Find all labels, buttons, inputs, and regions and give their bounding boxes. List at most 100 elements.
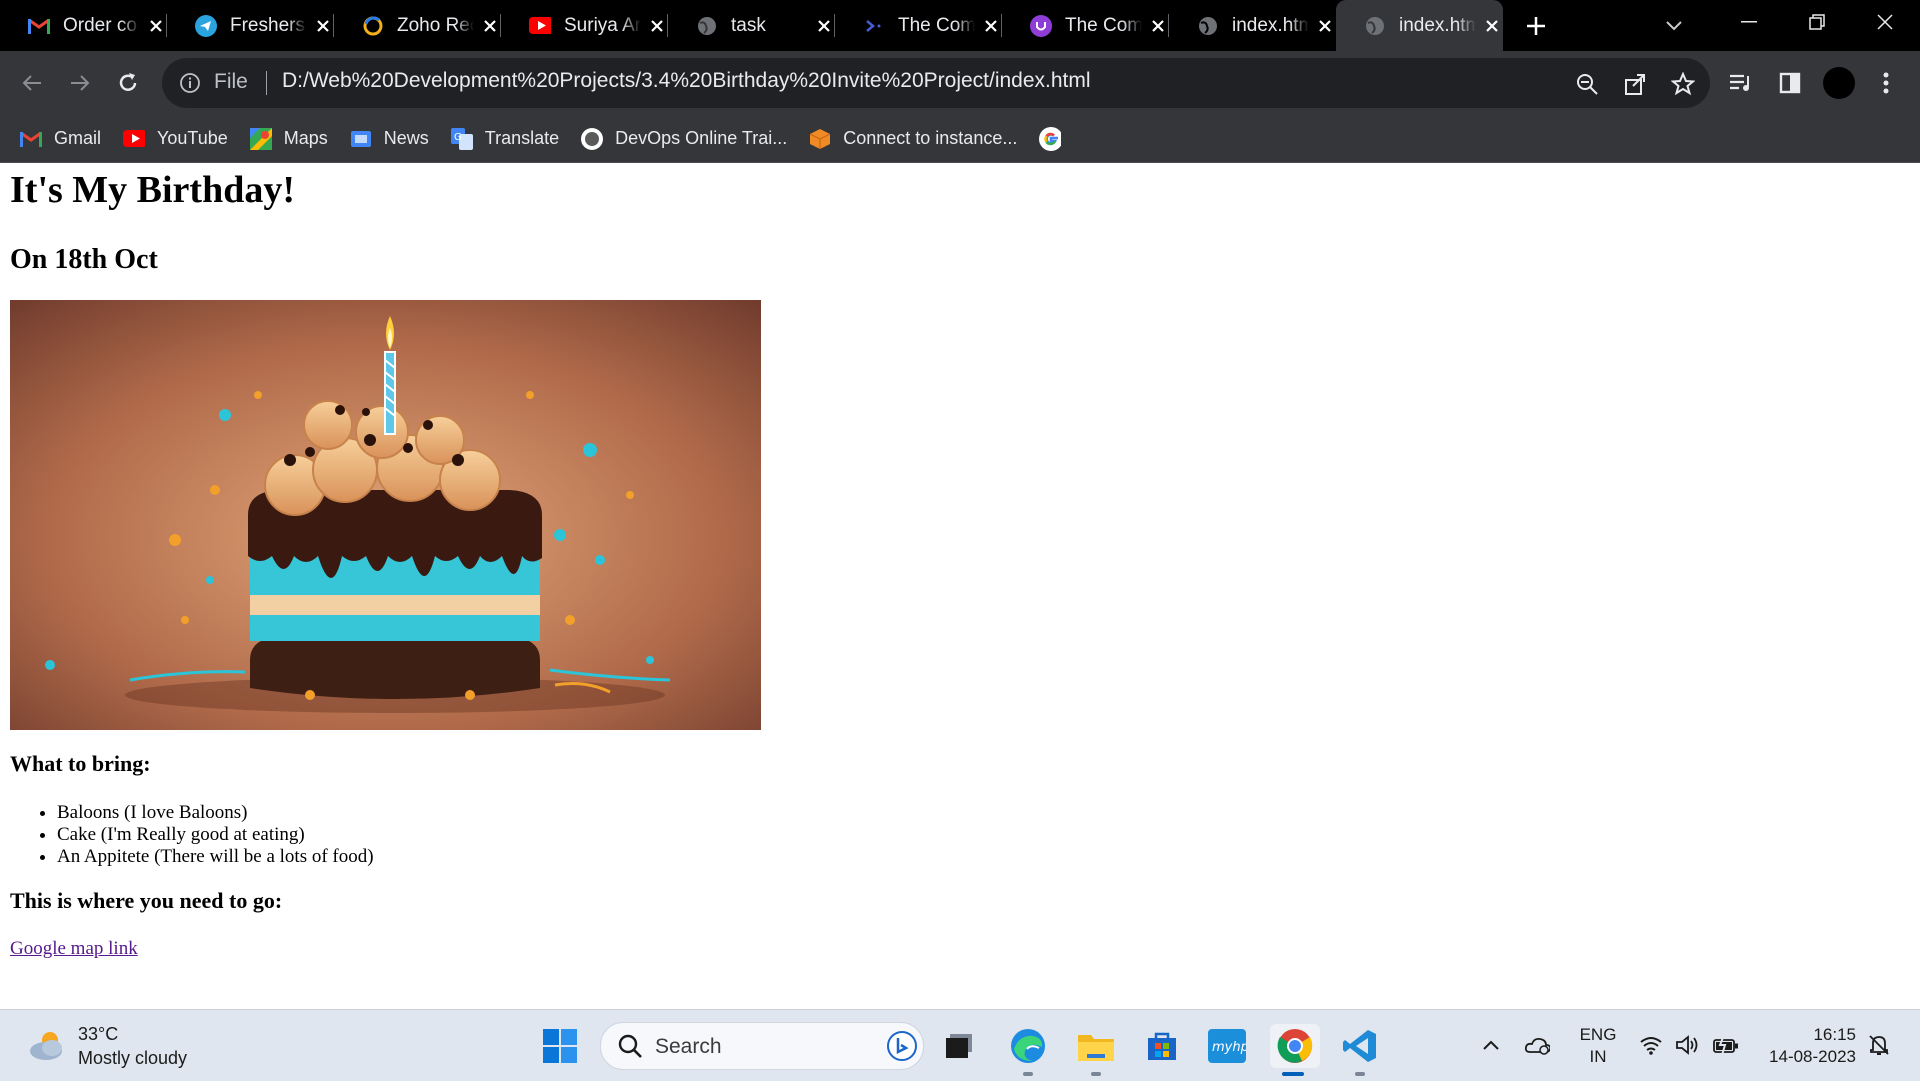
list-item: An Appitete (There will be a lots of foo… bbox=[57, 846, 374, 868]
bookmark-star-icon[interactable] bbox=[1670, 71, 1696, 97]
bookmark-google[interactable] bbox=[1039, 126, 1073, 151]
taskbar-vscode[interactable] bbox=[1338, 1024, 1382, 1076]
close-window-button[interactable] bbox=[1851, 0, 1919, 44]
onedrive-tray[interactable] bbox=[1524, 1032, 1550, 1058]
gmail-icon bbox=[20, 128, 42, 150]
cloudy-weather-icon bbox=[30, 1032, 62, 1060]
translate-icon: G bbox=[450, 127, 473, 150]
cloud-sync-icon bbox=[1524, 1037, 1550, 1055]
share-icon[interactable] bbox=[1622, 71, 1648, 97]
address-bar[interactable]: File D:/Web%20Development%20Projects/3.4… bbox=[162, 58, 1710, 108]
new-tab-button[interactable] bbox=[1513, 0, 1559, 51]
tab-order[interactable]: Order co bbox=[0, 0, 167, 51]
youtube-icon bbox=[529, 15, 551, 37]
taskbar-ms-store[interactable] bbox=[1140, 1024, 1184, 1068]
wifi-tray[interactable] bbox=[1638, 1032, 1664, 1058]
myhp-icon: myhp bbox=[1208, 1029, 1246, 1063]
folder-icon bbox=[1078, 1035, 1114, 1061]
tab-search-button[interactable] bbox=[1660, 12, 1688, 40]
taskbar-chrome[interactable] bbox=[1270, 1024, 1320, 1076]
tab-the-com-2[interactable]: The Com bbox=[1002, 0, 1169, 51]
tab-title: Freshers bbox=[230, 14, 305, 36]
menu-button[interactable] bbox=[1868, 65, 1904, 101]
close-icon[interactable] bbox=[1481, 15, 1503, 37]
weather-widget[interactable]: 33°C Mostly cloudy bbox=[28, 1022, 187, 1070]
media-controls-button[interactable] bbox=[1723, 65, 1759, 101]
bookmark-news[interactable]: News bbox=[350, 128, 429, 150]
bookmark-label: News bbox=[383, 128, 429, 148]
browser-toolbar: File D:/Web%20Development%20Projects/3.4… bbox=[0, 51, 1920, 115]
close-icon[interactable] bbox=[1147, 15, 1169, 37]
temperature: 33°C bbox=[78, 1024, 119, 1044]
arrow-right-icon bbox=[71, 75, 90, 91]
close-icon[interactable] bbox=[1314, 15, 1336, 37]
taskbar-search[interactable]: Search bbox=[600, 1022, 924, 1070]
google-map-link[interactable]: Google map link bbox=[10, 938, 138, 960]
tab-zoho[interactable]: Zoho Rec bbox=[334, 0, 501, 51]
battery-charging-icon bbox=[1713, 1035, 1738, 1055]
tab-the-com-1[interactable]: The Com bbox=[835, 0, 1002, 51]
news-icon bbox=[350, 128, 372, 150]
devops-icon bbox=[581, 127, 604, 150]
arrow-left-icon bbox=[22, 75, 41, 91]
chevron-up-icon bbox=[1483, 1040, 1499, 1050]
side-panel-button[interactable] bbox=[1772, 65, 1808, 101]
profile-button[interactable] bbox=[1821, 65, 1857, 101]
show-hidden-icons-button[interactable] bbox=[1478, 1032, 1504, 1058]
globe-icon bbox=[1364, 15, 1386, 37]
close-icon[interactable] bbox=[145, 15, 167, 37]
close-icon[interactable] bbox=[479, 15, 501, 37]
windows-icon bbox=[543, 1029, 577, 1063]
bookmark-gmail[interactable]: Gmail bbox=[20, 128, 101, 150]
bring-list: Baloons (I love Baloons) Cake (I'm Reall… bbox=[10, 802, 374, 868]
clock[interactable]: 16:15 14-08-2023 bbox=[1760, 1024, 1856, 1068]
reload-button[interactable] bbox=[110, 65, 146, 101]
bing-icon[interactable] bbox=[887, 1031, 917, 1061]
tab-title: index.htm bbox=[1232, 14, 1310, 36]
weather-condition: Mostly cloudy bbox=[78, 1048, 188, 1068]
bookmark-label: Connect to instance... bbox=[843, 128, 1018, 148]
cube-icon bbox=[809, 128, 831, 150]
tab-index-active[interactable]: index.htm bbox=[1336, 0, 1503, 51]
taskbar: 33°C Mostly cloudy Search myhp ENG IN 16… bbox=[0, 1009, 1920, 1081]
bookmark-label: Gmail bbox=[54, 128, 102, 148]
where-heading: This is where you need to go: bbox=[10, 888, 283, 913]
bookmark-translate[interactable]: G Translate bbox=[450, 127, 559, 150]
close-icon[interactable] bbox=[646, 15, 668, 37]
tab-index-1[interactable]: index.htm bbox=[1169, 0, 1336, 51]
chevron-down-icon bbox=[1666, 21, 1682, 31]
bookmark-maps[interactable]: Maps bbox=[249, 127, 328, 150]
bookmark-youtube[interactable]: YouTube bbox=[123, 128, 228, 150]
close-icon[interactable] bbox=[312, 15, 334, 37]
omnibox-divider bbox=[266, 71, 267, 95]
volume-tray[interactable] bbox=[1674, 1032, 1700, 1058]
restore-button[interactable] bbox=[1783, 0, 1851, 44]
start-button[interactable] bbox=[538, 1024, 582, 1068]
tab-suriya[interactable]: Suriya Ar bbox=[501, 0, 668, 51]
tab-freshers[interactable]: Freshers bbox=[167, 0, 334, 51]
globe-icon bbox=[696, 15, 718, 37]
date-heading: On 18th Oct bbox=[10, 244, 158, 275]
bookmark-devops[interactable]: DevOps Online Trai... bbox=[581, 127, 787, 150]
plus-icon bbox=[1527, 16, 1545, 35]
info-icon[interactable] bbox=[178, 71, 202, 95]
close-icon[interactable] bbox=[813, 15, 835, 37]
language-indicator[interactable]: ENG IN bbox=[1578, 1024, 1618, 1068]
taskbar-myhp[interactable]: myhp bbox=[1205, 1024, 1249, 1068]
battery-tray[interactable] bbox=[1712, 1032, 1738, 1058]
page-title: It's My Birthday! bbox=[10, 169, 295, 211]
vscode-icon bbox=[1343, 1030, 1376, 1062]
taskbar-file-explorer[interactable] bbox=[1074, 1024, 1118, 1076]
tab-task[interactable]: task bbox=[668, 0, 835, 51]
wifi-icon bbox=[1640, 1037, 1662, 1055]
task-view-button[interactable] bbox=[937, 1024, 981, 1068]
url-text[interactable]: D:/Web%20Development%20Projects/3.4%20Bi… bbox=[282, 69, 1091, 93]
minimize-button[interactable] bbox=[1715, 0, 1783, 44]
notifications-button[interactable] bbox=[1866, 1032, 1892, 1058]
close-icon[interactable] bbox=[980, 15, 1002, 37]
back-button[interactable] bbox=[14, 65, 50, 101]
zoom-icon[interactable] bbox=[1574, 71, 1600, 97]
bookmark-connect-instance[interactable]: Connect to instance... bbox=[809, 128, 1017, 150]
forward-button[interactable] bbox=[62, 65, 98, 101]
taskbar-edge[interactable] bbox=[1006, 1024, 1050, 1076]
